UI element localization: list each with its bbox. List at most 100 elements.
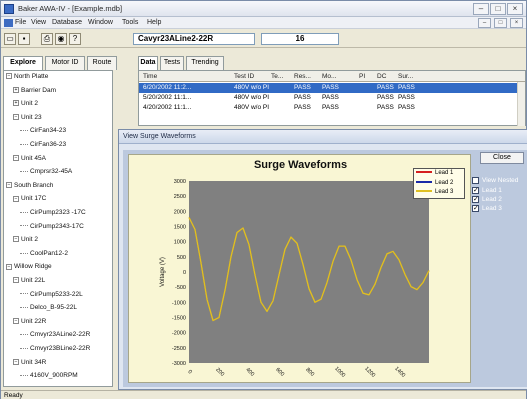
tab-trending[interactable]: Trending [186, 56, 224, 70]
menu-help[interactable]: Help [147, 19, 161, 26]
menu-tools[interactable]: Tools [122, 19, 138, 26]
open-folder-icon[interactable]: ▭ [4, 33, 16, 45]
tree-connector-icon [20, 143, 28, 145]
tree-node[interactable]: − Unit 17C [13, 195, 46, 204]
tree-node[interactable]: 4160V_900RPM [20, 372, 78, 381]
view-nested-label: View Nested [482, 177, 519, 185]
tree-node[interactable]: − Unit 22R [13, 318, 46, 327]
menu-database[interactable]: Database [52, 19, 82, 26]
tree-node[interactable]: − North Platte [6, 73, 48, 82]
tree-node[interactable]: − Unit 22L [13, 277, 45, 286]
tree-node[interactable]: − Unit 45A [13, 155, 46, 164]
lead-1-checkbox[interactable]: ✓ Lead 1 [472, 187, 502, 196]
table-row[interactable]: 4/20/2002 11:1... 480V w/o PI PASS PASS PASS… [139, 103, 517, 113]
table-row[interactable]: 5/20/2002 11:1... 480V w/o PI PASS PASS PASS… [139, 93, 517, 103]
tree-node[interactable]: CoolPan12-2 [20, 250, 68, 259]
col-sur[interactable]: Sur... [398, 73, 413, 80]
col-mo[interactable]: Mo... [322, 73, 336, 80]
tree-node[interactable]: CirFan34-23 [20, 127, 66, 136]
tree-node[interactable]: CirPump2343-17C [20, 223, 84, 232]
col-res[interactable]: Res... [294, 73, 311, 80]
cell-mo: PASS [322, 84, 339, 91]
collapse-icon[interactable]: − [13, 277, 19, 284]
collapse-icon[interactable]: − [13, 236, 19, 243]
tree-connector-icon [20, 225, 28, 227]
expand-icon[interactable]: + [13, 86, 19, 93]
col-test-id[interactable]: Test ID [234, 73, 254, 80]
menu-file[interactable]: File [15, 19, 26, 26]
maximize-button[interactable]: □ [490, 3, 506, 15]
collapse-icon[interactable]: − [6, 182, 12, 189]
tab-data[interactable]: Data [138, 56, 158, 70]
tree-node[interactable]: CirFan36-23 [20, 141, 66, 150]
checkbox-box[interactable]: ✓ [472, 205, 479, 212]
lead-2-checkbox[interactable]: ✓ Lead 2 [472, 196, 502, 205]
view-nested-checkbox[interactable]: View Nested [472, 177, 518, 186]
tree-node[interactable]: CirPump2323 -17C [20, 209, 86, 218]
tab-explore[interactable]: Explore [3, 56, 43, 70]
tree-node[interactable]: Cmvyr23BLine2-22R [20, 345, 90, 354]
checkbox-box[interactable]: ✓ [472, 187, 479, 194]
mdi-restore-button[interactable]: □ [494, 18, 507, 28]
tree-node[interactable]: − Willow Ridge [6, 263, 52, 272]
tab-tests[interactable]: Tests [160, 56, 184, 70]
test-count-field[interactable]: 16 [261, 33, 339, 45]
tree-node[interactable]: Delco_B-95-22L [20, 304, 77, 313]
collapse-icon[interactable]: − [6, 73, 12, 80]
tree-node[interactable]: + Barrier Dam [13, 87, 56, 96]
facility-tree[interactable]: − North Platte + Barrier Dam + Unit 2− Unit 23… [3, 70, 113, 387]
view-nested-box[interactable] [472, 177, 479, 184]
help-icon[interactable]: ? [69, 33, 81, 45]
tree-node[interactable]: Cmvyr23ALine2-22R [20, 331, 90, 340]
tree-node[interactable]: − Unit 23 [13, 114, 42, 123]
lead-3-checkbox[interactable]: ✓ Lead 3 [472, 205, 502, 214]
grid-vertical-scrollbar[interactable] [517, 82, 525, 126]
tree-connector-icon [20, 130, 28, 132]
collapse-icon[interactable]: − [13, 358, 19, 365]
cell-sur: PASS [398, 94, 415, 101]
print-icon[interactable]: ⎙ [41, 33, 53, 45]
menu-view[interactable]: View [31, 19, 46, 26]
y-tick-label: 500 [177, 255, 186, 261]
toolbar: ▭ ▪ ⎙ ◉ ? Cavyr23ALine2-22R 16 [1, 30, 526, 48]
col-pi[interactable]: PI [359, 73, 365, 80]
tab-motor-id[interactable]: Motor ID [45, 56, 85, 70]
collapse-icon[interactable]: − [13, 195, 19, 202]
tree-node-label: CirPump5233-22L [30, 290, 83, 298]
application-window: Baker AWA-IV - [Example.mdb] – □ × File … [0, 0, 527, 399]
tree-node-label: CirFan36-23 [30, 141, 67, 148]
test-data-grid[interactable]: Time Test ID Te... Res... Mo... PI DC Su… [138, 70, 526, 126]
tree-connector-icon [20, 293, 28, 295]
x-tick-label: 800 [304, 367, 315, 378]
tree-node[interactable]: − South Branch [6, 182, 53, 191]
checkbox-box[interactable]: ✓ [472, 196, 479, 203]
motor-id-field[interactable]: Cavyr23ALine2-22R [133, 33, 255, 45]
expand-icon[interactable]: + [13, 100, 19, 107]
tree-node[interactable]: − Unit 2 [13, 236, 38, 245]
tree-node[interactable]: CirPump5233-22L [20, 291, 83, 300]
table-row[interactable]: 6/20/2002 11:2... 480V w/o PI PASS PASS PASS… [139, 83, 517, 93]
motor-icon[interactable]: ◉ [55, 33, 67, 45]
status-text: Ready [4, 392, 23, 399]
minimize-button[interactable]: – [473, 3, 489, 15]
close-window-button[interactable]: × [507, 3, 523, 15]
y-tick-label: -3000 [172, 361, 186, 367]
tab-route[interactable]: Route [87, 56, 117, 70]
collapse-icon[interactable]: − [6, 263, 12, 270]
mdi-close-button[interactable]: × [510, 18, 523, 28]
tree-node-label: Unit 2 [21, 100, 38, 108]
mdi-minimize-button[interactable]: – [478, 18, 491, 28]
collapse-icon[interactable]: − [13, 318, 19, 325]
close-button[interactable]: Close [480, 152, 524, 164]
tree-connector-icon [20, 211, 28, 213]
tree-node[interactable]: + Unit 2 [13, 100, 38, 109]
tree-node[interactable]: − Unit 34R [13, 359, 46, 368]
col-dc[interactable]: DC [377, 73, 386, 80]
col-time[interactable]: Time [143, 73, 157, 80]
tree-node[interactable]: Cmprsr32-45A [20, 168, 72, 177]
save-icon[interactable]: ▪ [18, 33, 30, 45]
menu-window[interactable]: Window [88, 19, 113, 26]
collapse-icon[interactable]: − [13, 154, 19, 161]
col-te[interactable]: Te... [271, 73, 283, 80]
collapse-icon[interactable]: − [13, 114, 19, 121]
